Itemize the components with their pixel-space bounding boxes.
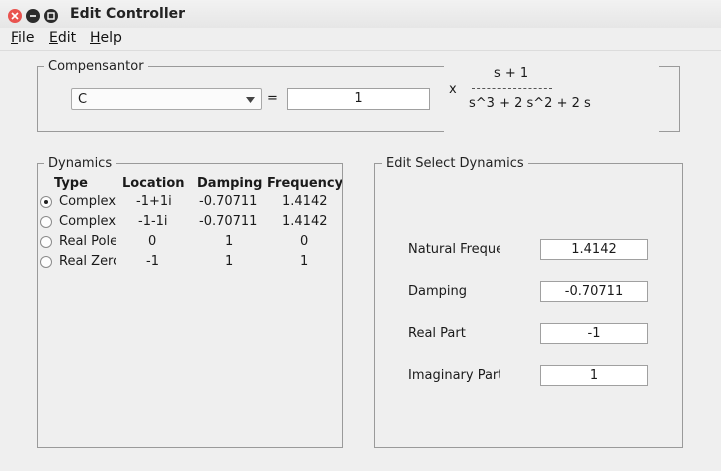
damping-field[interactable]: -0.70711 — [540, 281, 648, 302]
cell-location: -1+1i — [136, 194, 172, 209]
edit-dynamics-group — [374, 163, 683, 448]
title-bar: Edit Controller — [0, 0, 721, 29]
minimize-window-button[interactable] — [26, 9, 40, 23]
cell-frequency: 1.4142 — [282, 194, 328, 209]
imaginary-part-field[interactable]: 1 — [540, 365, 648, 386]
window-title: Edit Controller — [70, 6, 186, 22]
menu-edit-label: dit — [57, 30, 77, 46]
transfer-numerator: s + 1 — [494, 66, 529, 81]
real-part-field[interactable]: -1 — [540, 323, 648, 344]
cell-damping: 1 — [225, 234, 234, 249]
compensator-select-value: C — [78, 92, 88, 107]
edit-dynamics-group-title: Edit Select Dynamics — [382, 156, 528, 171]
column-header-location: Location — [122, 176, 185, 191]
gain-field[interactable]: 1 — [287, 88, 430, 110]
equals-sign: = — [267, 91, 278, 106]
cell-location: 0 — [148, 234, 157, 249]
cell-type: Real Zero — [59, 254, 116, 269]
row-radio[interactable] — [40, 236, 52, 248]
cell-frequency: 1.4142 — [282, 214, 328, 229]
row-radio-selected[interactable] — [40, 196, 52, 208]
maximize-window-button[interactable] — [44, 9, 58, 23]
cell-frequency: 0 — [300, 234, 309, 249]
cell-type: Complex Pole — [59, 214, 116, 229]
cell-type: Real Pole — [59, 234, 116, 249]
menu-help-label: elp — [100, 30, 122, 46]
maximize-icon — [47, 12, 55, 20]
column-header-type: Type — [54, 176, 88, 191]
close-icon — [11, 12, 19, 20]
menu-file[interactable]: File — [11, 30, 34, 46]
imaginary-part-label: Imaginary Part — [408, 368, 500, 383]
menu-edit[interactable]: Edit — [49, 30, 76, 46]
column-header-damping: Damping — [197, 176, 263, 191]
chevron-down-icon — [246, 97, 255, 103]
cell-damping: -0.70711 — [199, 214, 258, 229]
real-part-label: Real Part — [408, 326, 466, 341]
natural-frequency-label: Natural Frequency — [408, 242, 500, 257]
damping-label: Damping — [408, 284, 467, 299]
menu-file-mnemonic: F — [11, 30, 19, 46]
menu-help-mnemonic: H — [90, 30, 101, 46]
cell-damping: 1 — [225, 254, 234, 269]
multiply-sign: x — [449, 82, 457, 97]
transfer-denominator: s^3 + 2 s^2 + 2 s — [469, 96, 591, 111]
close-window-button[interactable] — [8, 9, 22, 23]
menu-bar: File Edit Help — [0, 28, 721, 51]
compensator-group-title: Compensantor — [44, 59, 148, 74]
column-header-frequency: Frequency — [267, 176, 342, 191]
menu-help[interactable]: Help — [90, 30, 122, 46]
cell-frequency: 1 — [300, 254, 309, 269]
row-radio[interactable] — [40, 256, 52, 268]
natural-frequency-field[interactable]: 1.4142 — [540, 239, 648, 260]
menu-edit-mnemonic: E — [49, 30, 58, 46]
dynamics-group-title: Dynamics — [44, 156, 117, 171]
cell-type: Complex Pole — [59, 194, 116, 209]
compensator-select[interactable]: C — [71, 88, 262, 110]
menu-file-label: ile — [18, 30, 35, 46]
row-radio[interactable] — [40, 216, 52, 228]
cell-damping: -0.70711 — [199, 194, 258, 209]
fraction-line — [472, 88, 552, 89]
cell-location: -1 — [146, 254, 159, 269]
cell-location: -1-1i — [138, 214, 168, 229]
minimize-icon — [30, 15, 36, 17]
